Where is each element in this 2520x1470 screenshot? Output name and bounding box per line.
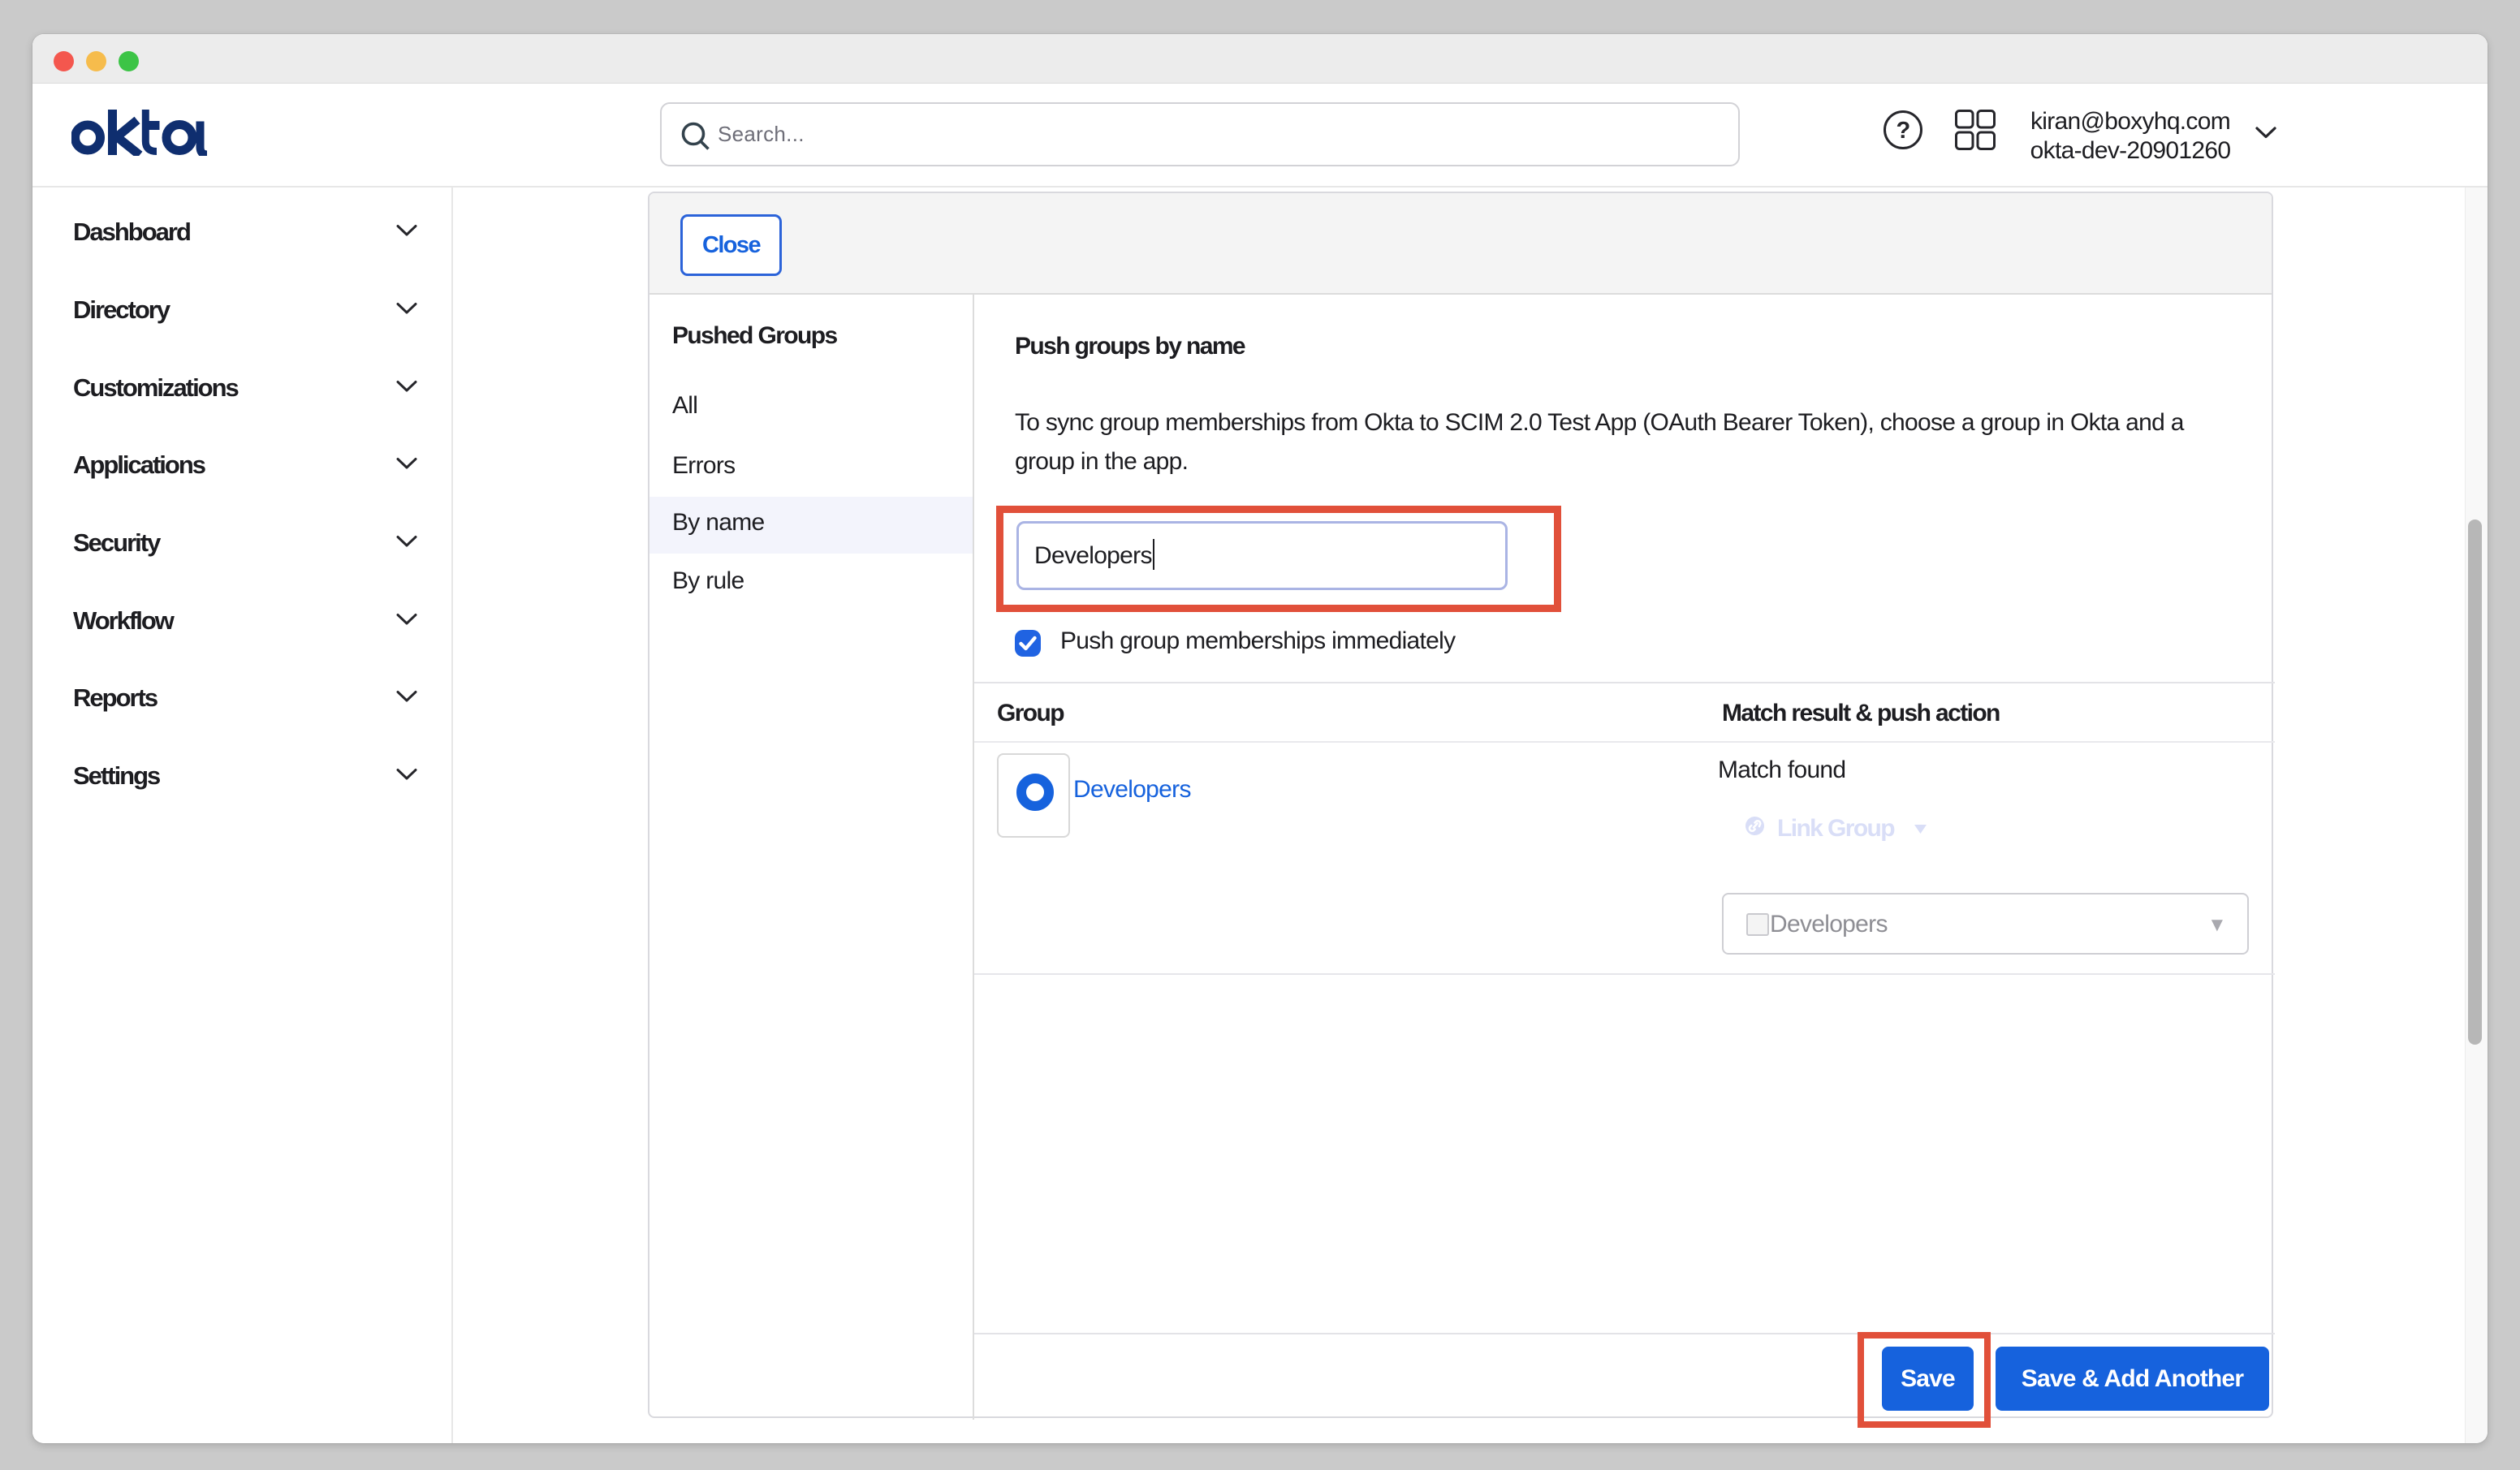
svg-text:?: ? — [1896, 118, 1909, 144]
